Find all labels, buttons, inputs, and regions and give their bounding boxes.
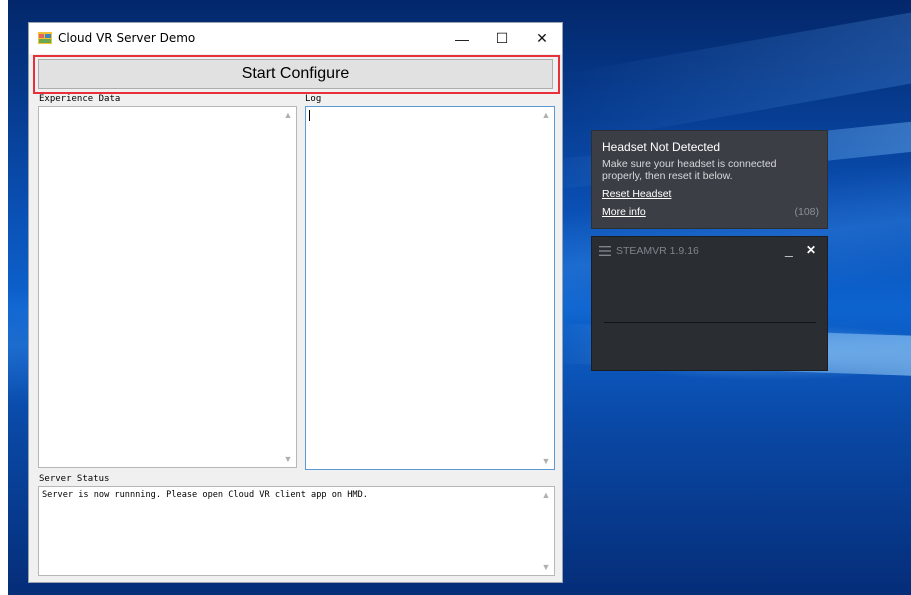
- experience-data-label: Experience Data: [39, 94, 121, 104]
- notification-count: (108): [794, 206, 819, 218]
- notification-title: Headset Not Detected: [602, 140, 721, 154]
- window-title: Cloud VR Server Demo: [58, 31, 196, 45]
- text-caret: [309, 110, 310, 121]
- more-info-link[interactable]: More info: [602, 206, 646, 218]
- start-configure-button[interactable]: Start Configure: [38, 59, 553, 89]
- server-status-textbox[interactable]: Server is now runnning. Please open Clou…: [38, 486, 555, 576]
- hamburger-menu-icon[interactable]: [599, 246, 611, 256]
- maximize-button[interactable]: ☐: [482, 23, 522, 54]
- log-label: Log: [305, 94, 322, 104]
- server-status-text: Server is now runnning. Please open Clou…: [42, 490, 368, 500]
- steamvr-close-icon[interactable]: ✕: [806, 243, 816, 257]
- minimize-button[interactable]: —: [442, 23, 482, 54]
- scroll-up-icon[interactable]: ▲: [283, 110, 293, 120]
- steamvr-minimize-icon[interactable]: _: [785, 241, 793, 257]
- close-button[interactable]: ✕: [522, 23, 562, 54]
- scroll-down-icon[interactable]: ▼: [541, 456, 551, 466]
- reset-headset-link[interactable]: Reset Headset: [602, 188, 671, 200]
- close-icon: ✕: [536, 30, 548, 46]
- server-status-label: Server Status: [39, 474, 110, 484]
- experience-data-textbox[interactable]: ▲ ▼: [38, 106, 297, 468]
- scroll-up-icon[interactable]: ▲: [541, 490, 551, 500]
- maximize-icon: ☐: [495, 30, 509, 46]
- steamvr-title: STEAMVR 1.9.16: [616, 245, 699, 257]
- scroll-down-icon[interactable]: ▼: [283, 454, 293, 464]
- notification-body: Make sure your headset is connected prop…: [602, 158, 777, 182]
- cloud-vr-server-window: Cloud VR Server Demo — ☐ ✕ Start Configu…: [28, 22, 563, 583]
- scroll-down-icon[interactable]: ▼: [541, 562, 551, 572]
- steamvr-divider: [604, 322, 816, 323]
- log-textbox[interactable]: ▲ ▼: [305, 106, 555, 470]
- steamvr-status-window: STEAMVR 1.9.16 _ ✕: [591, 236, 828, 371]
- scroll-up-icon[interactable]: ▲: [541, 110, 551, 120]
- headset-notification: Headset Not Detected Make sure your head…: [591, 130, 828, 229]
- minimize-icon: —: [455, 30, 469, 47]
- wallpaper-light-beam: [564, 7, 911, 143]
- app-icon: [38, 32, 52, 44]
- title-bar[interactable]: Cloud VR Server Demo — ☐ ✕: [29, 23, 562, 54]
